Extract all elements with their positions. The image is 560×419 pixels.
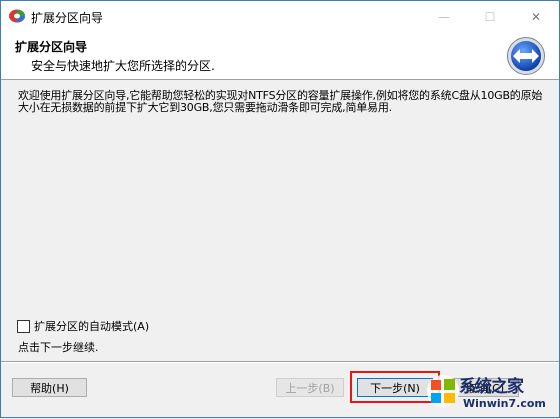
wizard-header: 扩展分区向导 安全与快速地扩大您所选择的分区. xyxy=(1,32,559,80)
back-button[interactable]: 上一步(B) xyxy=(276,378,344,397)
header-subtitle: 安全与快速地扩大您所选择的分区. xyxy=(31,59,215,73)
watermark-top-text: 系统之家 xyxy=(459,377,524,397)
help-button[interactable]: 帮助(H) xyxy=(12,378,87,397)
double-arrow-icon xyxy=(506,36,546,76)
watermark-logo xyxy=(425,373,461,409)
auto-mode-option[interactable]: 扩展分区的自动模式(A) xyxy=(17,318,149,334)
intro-text: 欢迎使用扩展分区向导,它能帮助您轻松的实现对NTFS分区的容量扩展操作,例如将您… xyxy=(18,89,543,114)
watermark: 系统之家 Winwin7.com xyxy=(421,367,560,419)
auto-mode-checkbox[interactable] xyxy=(17,319,30,333)
window-title: 扩展分区向导 xyxy=(31,11,104,25)
close-button[interactable]: ✕ xyxy=(513,1,559,32)
wizard-window: 扩展分区向导 — ☐ ✕ 扩展分区向导 安全与快速地扩大您所选择的分区. 欢迎使… xyxy=(0,0,560,418)
continue-hint: 点击下一步继续. xyxy=(18,341,99,354)
title-bar[interactable]: 扩展分区向导 — ☐ ✕ xyxy=(1,1,559,32)
maximize-button[interactable]: ☐ xyxy=(467,1,513,32)
auto-mode-label[interactable]: 扩展分区的自动模式(A) xyxy=(34,318,149,334)
header-title: 扩展分区向导 xyxy=(15,40,88,54)
minimize-button[interactable]: — xyxy=(421,1,467,32)
footer-divider xyxy=(1,361,559,363)
watermark-bottom-text: Winwin7.com xyxy=(463,397,546,410)
app-icon xyxy=(8,8,26,24)
